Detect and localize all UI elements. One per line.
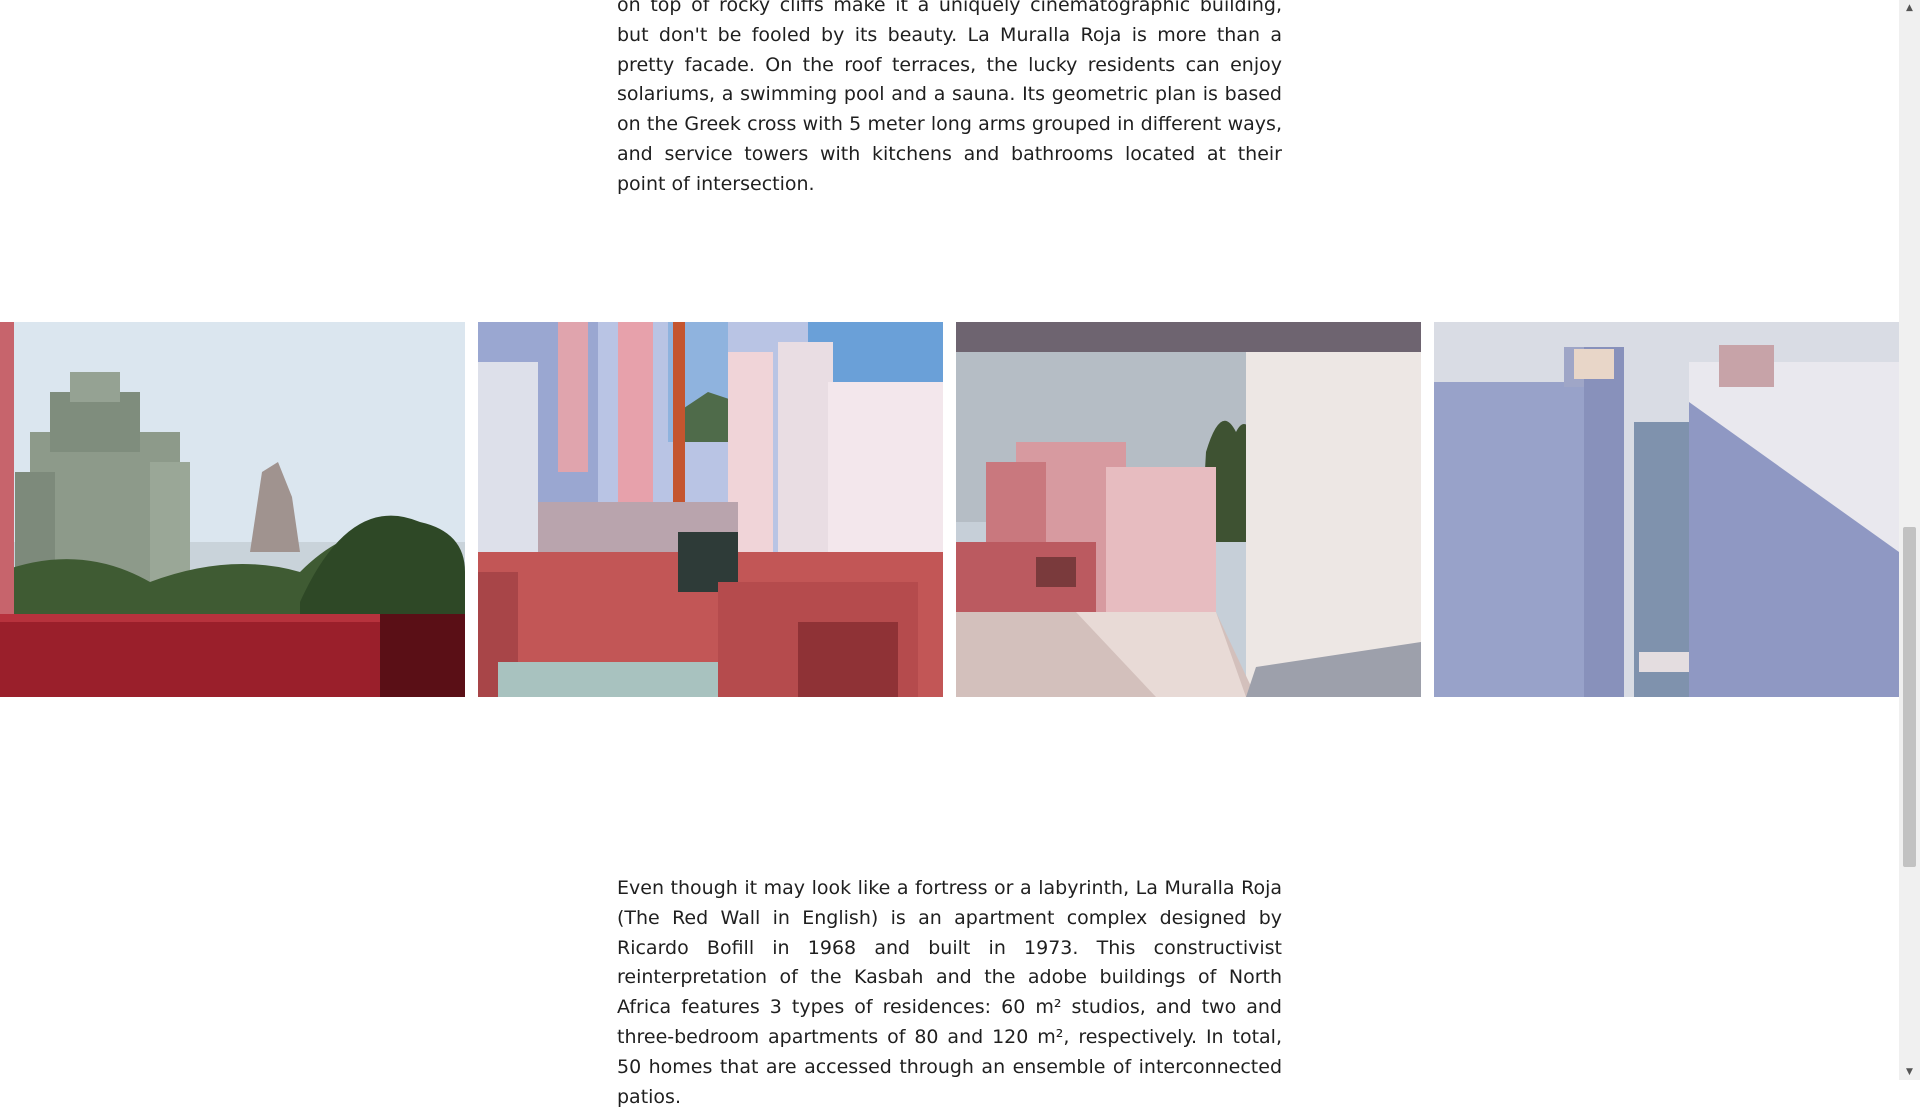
photo-3-image [956, 322, 1421, 697]
photo-gallery [0, 322, 1899, 697]
scrollbar-thumb[interactable] [1903, 527, 1916, 867]
scroll-up-icon[interactable]: ▲ [1899, 0, 1920, 16]
article-paragraph-bottom: Even though it may look like a fortress … [617, 877, 1282, 1108]
photo-1-image [0, 322, 465, 697]
photo-2-image [478, 322, 943, 697]
vertical-scrollbar[interactable]: ▲ ▼ [1899, 0, 1920, 1080]
gallery-photo-2[interactable] [478, 322, 943, 697]
scroll-down-icon[interactable]: ▼ [1899, 1064, 1920, 1080]
gallery-photo-4[interactable] [1434, 322, 1899, 697]
article-paragraph-top: on top of rocky cliffs make it a uniquel… [617, 0, 1282, 195]
gallery-photo-3[interactable] [956, 322, 1421, 697]
gallery-photo-1[interactable] [0, 322, 465, 697]
photo-4-image [1434, 322, 1899, 697]
